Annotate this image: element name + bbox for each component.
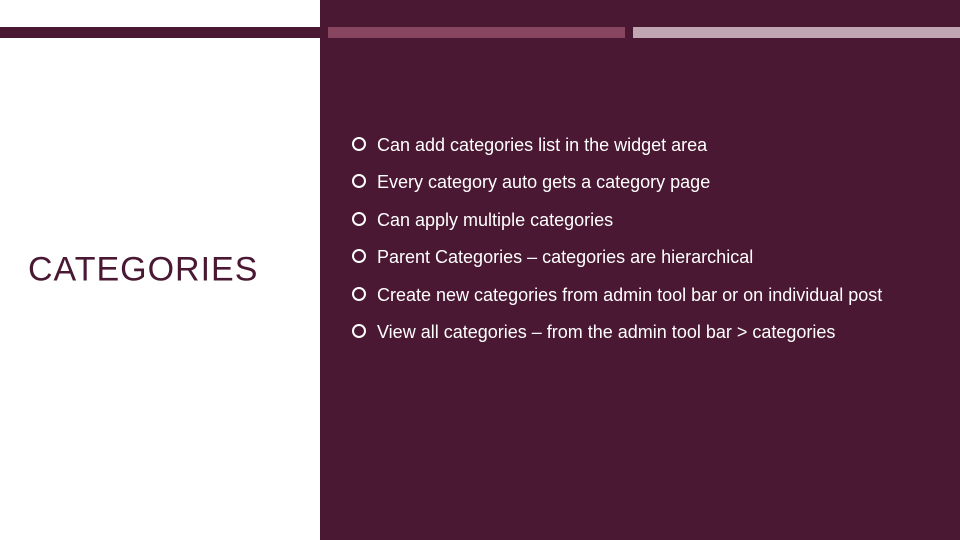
- list-item: View all categories – from the admin too…: [352, 321, 912, 344]
- bullet-text: Create new categories from admin tool ba…: [377, 284, 912, 307]
- border-segment-dark: [0, 27, 320, 38]
- bullet-text: Can apply multiple categories: [377, 209, 912, 232]
- bullet-text: Every category auto gets a category page: [377, 171, 912, 194]
- circle-bullet-icon: [352, 249, 366, 263]
- bullet-text: View all categories – from the admin too…: [377, 321, 912, 344]
- content-area: Can add categories list in the widget ar…: [352, 134, 912, 358]
- list-item: Can apply multiple categories: [352, 209, 912, 232]
- top-border: [0, 27, 960, 38]
- border-segment-light: [633, 27, 960, 38]
- bullet-text: Parent Categories – categories are hiera…: [377, 246, 912, 269]
- bullet-text: Can add categories list in the widget ar…: [377, 134, 912, 157]
- list-item: Every category auto gets a category page: [352, 171, 912, 194]
- left-panel: CATEGORIES: [0, 0, 320, 540]
- circle-bullet-icon: [352, 287, 366, 301]
- slide-title: CATEGORIES: [28, 251, 258, 290]
- circle-bullet-icon: [352, 174, 366, 188]
- border-segment-mid: [328, 27, 625, 38]
- list-item: Parent Categories – categories are hiera…: [352, 246, 912, 269]
- list-item: Create new categories from admin tool ba…: [352, 284, 912, 307]
- circle-bullet-icon: [352, 324, 366, 338]
- circle-bullet-icon: [352, 212, 366, 226]
- circle-bullet-icon: [352, 137, 366, 151]
- list-item: Can add categories list in the widget ar…: [352, 134, 912, 157]
